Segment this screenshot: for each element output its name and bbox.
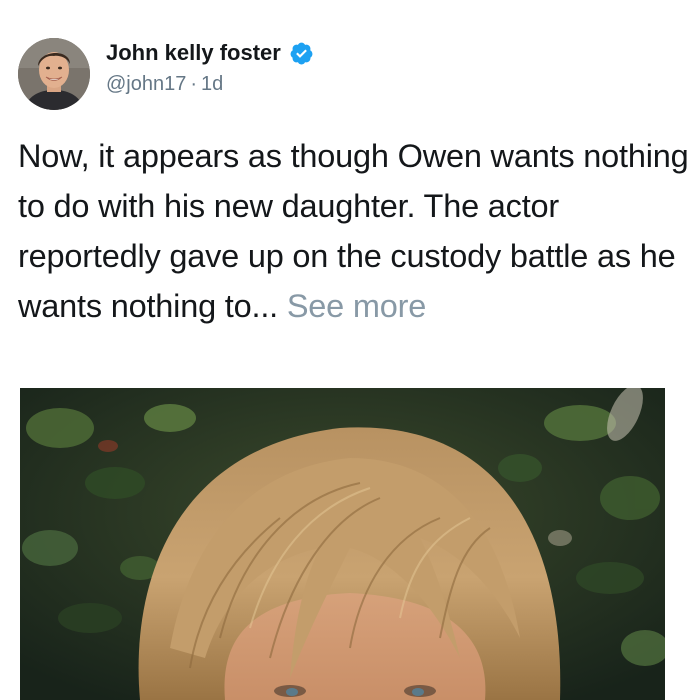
author-name-row: John kelly foster	[106, 40, 314, 66]
tweet-meta: @john17 · 1d	[106, 72, 223, 96]
tweet-card: John kelly foster @john17 · 1d Now, it app…	[0, 0, 700, 700]
photo-image	[20, 388, 665, 700]
see-more-link[interactable]: See more	[287, 288, 427, 324]
avatar[interactable]	[18, 38, 90, 110]
tweet-media-photo[interactable]	[20, 388, 665, 700]
verified-badge-icon	[289, 41, 314, 66]
user-handle[interactable]: @john17	[106, 73, 186, 95]
tweet-age[interactable]: 1d	[201, 73, 223, 95]
meta-separator: ·	[190, 73, 198, 95]
display-name[interactable]: John kelly foster	[106, 40, 281, 66]
tweet-body: Now, it appears as though Owen wants not…	[18, 131, 690, 331]
avatar-image	[18, 38, 90, 110]
